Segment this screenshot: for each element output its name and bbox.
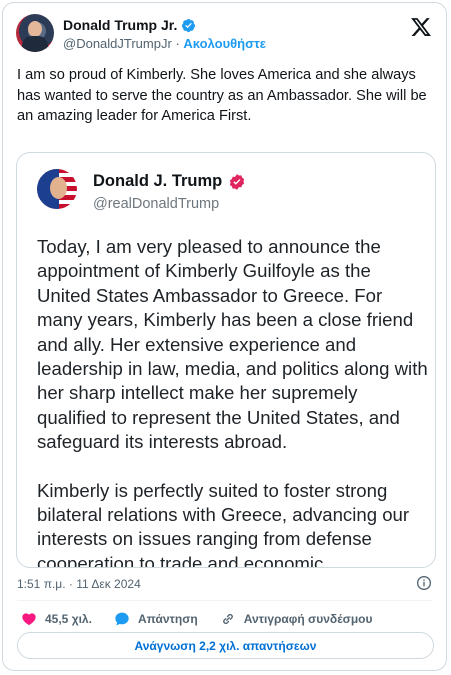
embedded-display-name: Donald J. Trump — [93, 172, 223, 190]
avatar-face — [50, 177, 67, 199]
action-bar: 45,5 χιλ. Απάντηση Αντιγραφή συνδέσμου — [21, 611, 394, 627]
avatar-suit — [22, 36, 48, 52]
embedded-post-body: Today, I am very pleased to announce the… — [37, 235, 429, 568]
link-icon — [222, 614, 233, 624]
like-button[interactable]: 45,5 χιλ. — [21, 611, 92, 627]
embedded-name-row: Donald J. Trump — [93, 172, 246, 191]
verified-badge-icon — [182, 18, 196, 32]
heart-icon — [22, 613, 36, 626]
x-logo-icon[interactable] — [410, 16, 432, 38]
follow-button[interactable]: Ακολουθήστε — [183, 36, 266, 51]
tweet-header: Donald Trump Jr. @DonaldJTrumpJr · Ακολο… — [16, 14, 434, 54]
embedded-handle: @realDonaldTrump — [93, 196, 220, 212]
read-replies-button[interactable]: Ανάγνωση 2,2 χιλ. απαντήσεων — [17, 632, 434, 659]
embedded-post-image[interactable]: Donald J. Trump @realDonaldTrump Today, … — [16, 152, 436, 568]
embedded-paragraph: Today, I am very pleased to announce the… — [37, 236, 428, 453]
tweet-text: I am so proud of Kimberly. She loves Ame… — [17, 67, 427, 124]
embedded-paragraph: Kimberly is perfectly suited to foster s… — [37, 479, 410, 568]
author-handle[interactable]: @DonaldJTrumpJr — [63, 36, 172, 51]
reply-label: Απάντηση — [137, 612, 198, 626]
reply-bubble-icon — [115, 612, 129, 626]
handle-separator: · — [175, 36, 180, 51]
copy-link-label: Αντιγραφή συνδέσμου — [243, 612, 373, 626]
tweet-card: Donald Trump Jr. @DonaldJTrumpJr · Ακολο… — [2, 2, 447, 671]
copy-link-button[interactable]: Αντιγραφή συνδέσμου — [220, 611, 373, 627]
author-avatar[interactable] — [16, 14, 54, 52]
divider — [17, 600, 432, 601]
author-display-name[interactable]: Donald Trump Jr. — [63, 17, 177, 33]
avatar-face — [28, 21, 42, 37]
info-icon[interactable] — [416, 575, 432, 591]
embedded-author-avatar — [37, 169, 77, 209]
verified-check-icon — [230, 173, 245, 190]
reply-button[interactable]: Απάντηση — [114, 611, 198, 627]
author-name-row: Donald Trump Jr. — [63, 17, 196, 33]
like-count: 45,5 χιλ. — [45, 612, 92, 626]
author-handle-row: @DonaldJTrumpJr · Ακολουθήστε — [63, 36, 266, 51]
timestamp[interactable]: 1:51 π.μ. · 11 Δεκ 2024 — [17, 577, 141, 591]
